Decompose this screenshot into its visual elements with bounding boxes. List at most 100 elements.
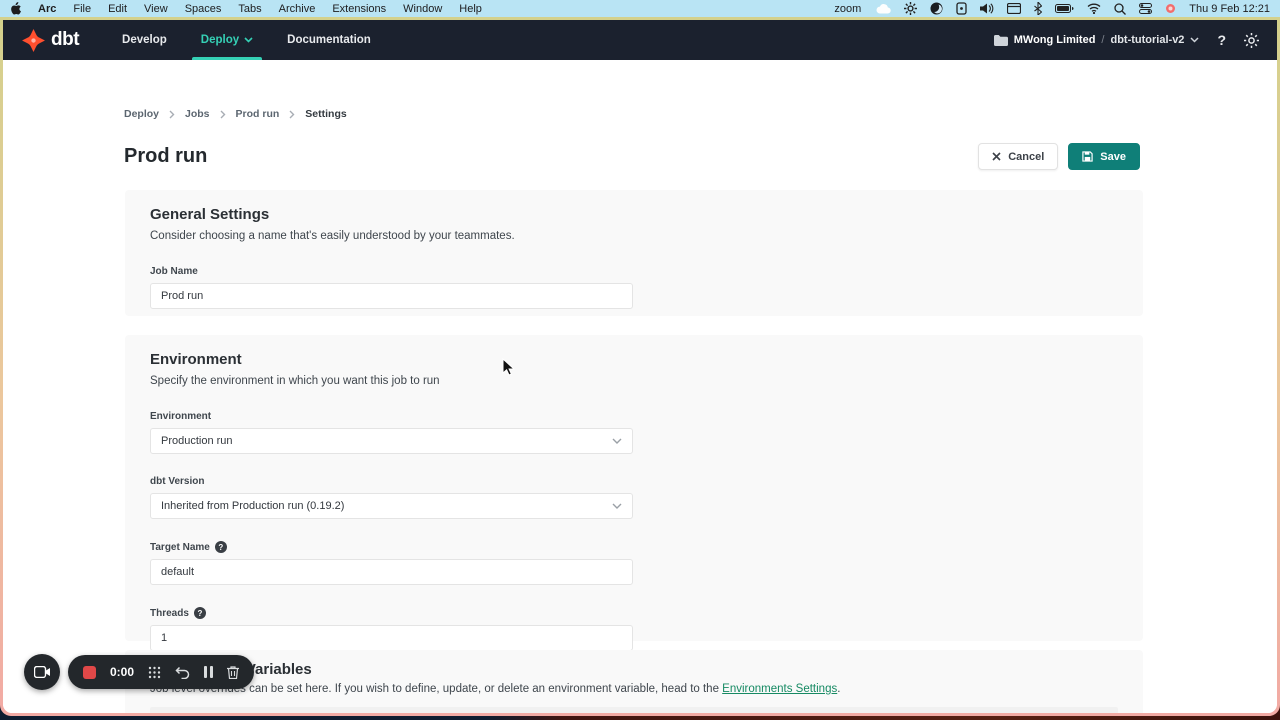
menu-spaces[interactable]: Spaces xyxy=(185,3,222,15)
threads-label: Threads ? xyxy=(150,607,1118,619)
account-separator: / xyxy=(1101,34,1104,46)
environment-card: Environment Specify the environment in w… xyxy=(125,335,1143,641)
bluetooth-icon[interactable] xyxy=(1034,2,1042,15)
menubar-app-name[interactable]: Arc xyxy=(38,3,56,15)
environment-select-value: Production run xyxy=(161,435,233,447)
save-icon xyxy=(1082,151,1093,162)
pause-recording-button[interactable] xyxy=(204,666,213,678)
browser-window: dbt Develop Deploy Documentation xyxy=(0,17,1280,716)
recorder-controls: 0:00 xyxy=(68,655,254,689)
breadcrumb-prod-run[interactable]: Prod run xyxy=(236,108,280,120)
settings-gear-button[interactable] xyxy=(1244,33,1259,48)
threads-input[interactable] xyxy=(150,625,633,651)
project-name: dbt-tutorial-v2 xyxy=(1110,34,1184,46)
breadcrumb-settings: Settings xyxy=(305,108,346,120)
app-box-icon[interactable] xyxy=(956,2,967,15)
close-icon xyxy=(992,152,1001,161)
recording-status-icon[interactable] xyxy=(1165,3,1176,14)
environment-variables-subtitle: Job level overrides can be set here. If … xyxy=(150,683,1118,695)
control-center-icon[interactable] xyxy=(1139,3,1152,14)
macos-menubar: Arc File Edit View Spaces Tabs Archive E… xyxy=(0,0,1280,17)
nav-develop[interactable]: Develop xyxy=(105,20,184,60)
chevron-down-icon xyxy=(244,37,253,43)
menu-window[interactable]: Window xyxy=(403,3,442,15)
dbt-logo[interactable]: dbt xyxy=(21,28,79,53)
breadcrumb-chevron-icon xyxy=(169,110,175,119)
target-name-label-text: Target Name xyxy=(150,542,210,553)
environments-settings-link[interactable]: Environments Settings xyxy=(722,683,837,695)
wifi-icon[interactable] xyxy=(1087,3,1101,14)
save-button-label: Save xyxy=(1100,151,1126,163)
stop-recording-button[interactable] xyxy=(83,666,96,679)
menu-edit[interactable]: Edit xyxy=(108,3,127,15)
environment-variables-card: Environment Variables Job level override… xyxy=(125,650,1143,713)
save-button[interactable]: Save xyxy=(1068,143,1140,170)
chevron-down-icon xyxy=(1190,37,1199,43)
video-camera-icon xyxy=(34,666,51,678)
dbt-logo-icon xyxy=(21,28,46,53)
nav-documentation[interactable]: Documentation xyxy=(270,20,388,60)
environment-subtitle: Specify the environment in which you wan… xyxy=(150,375,1118,387)
dbt-version-select-value: Inherited from Production run (0.19.2) xyxy=(161,500,344,512)
environment-heading: Environment xyxy=(150,351,1118,368)
spotlight-search-icon[interactable] xyxy=(1114,3,1126,15)
help-button[interactable]: ? xyxy=(1217,32,1226,48)
nav-develop-label: Develop xyxy=(122,34,167,46)
breadcrumb: Deploy Jobs Prod run Settings xyxy=(124,108,347,120)
menubar-clock[interactable]: Thu 9 Feb 12:21 xyxy=(1189,3,1270,15)
target-name-help-icon[interactable]: ? xyxy=(215,541,227,553)
chevron-down-icon xyxy=(612,438,622,444)
apple-menu-icon[interactable] xyxy=(10,2,21,15)
volume-icon[interactable] xyxy=(980,3,994,14)
environment-select-label: Environment xyxy=(150,411,1118,422)
camera-button[interactable] xyxy=(24,654,60,690)
battery-icon[interactable] xyxy=(1055,4,1074,13)
nav-deploy-label: Deploy xyxy=(201,34,239,46)
settings-page: Deploy Jobs Prod run Settings Prod run C… xyxy=(3,60,1277,713)
dbt-logo-text: dbt xyxy=(51,29,79,51)
nav-deploy[interactable]: Deploy xyxy=(184,20,270,60)
nav-documentation-label: Documentation xyxy=(287,34,371,46)
grid-options-button[interactable] xyxy=(148,666,161,679)
threads-help-icon[interactable]: ? xyxy=(194,607,206,619)
breadcrumb-chevron-icon xyxy=(220,110,226,119)
table-header-row: Inherited Value Job Override xyxy=(150,707,1118,713)
moon-status-icon[interactable] xyxy=(930,2,943,15)
dbt-version-label: dbt Version xyxy=(150,476,1118,487)
dbt-app-header: dbt Develop Deploy Documentation xyxy=(3,20,1277,60)
display-window-icon[interactable] xyxy=(1007,3,1021,14)
menu-extensions[interactable]: Extensions xyxy=(332,3,386,15)
environment-variables-table: Inherited Value Job Override xyxy=(150,707,1118,713)
cloud-icon[interactable] xyxy=(876,4,891,14)
environment-select[interactable]: Production run xyxy=(150,428,633,454)
page-title: Prod run xyxy=(124,145,207,168)
menu-tabs[interactable]: Tabs xyxy=(238,3,261,15)
folder-icon xyxy=(994,35,1008,46)
screen-recorder-toolbar: 0:00 xyxy=(24,654,254,690)
dbt-version-select[interactable]: Inherited from Production run (0.19.2) xyxy=(150,493,633,519)
target-name-input[interactable] xyxy=(150,559,633,585)
recording-timer: 0:00 xyxy=(110,665,134,679)
menu-view[interactable]: View xyxy=(144,3,168,15)
account-project-switcher[interactable]: MWong Limited / dbt-tutorial-v2 xyxy=(994,34,1200,46)
general-settings-heading: General Settings xyxy=(150,206,1118,223)
delete-recording-button[interactable] xyxy=(227,666,239,679)
environment-variables-heading: Environment Variables xyxy=(150,661,1118,678)
breadcrumb-chevron-icon xyxy=(289,110,295,119)
menu-file[interactable]: File xyxy=(73,3,91,15)
target-name-label: Target Name ? xyxy=(150,541,1118,553)
zoom-app-label[interactable]: zoom xyxy=(834,3,861,15)
menu-archive[interactable]: Archive xyxy=(279,3,316,15)
chevron-down-icon xyxy=(612,503,622,509)
general-settings-subtitle: Consider choosing a name that's easily u… xyxy=(150,230,1118,242)
breadcrumb-jobs[interactable]: Jobs xyxy=(185,108,210,120)
menu-help[interactable]: Help xyxy=(459,3,482,15)
cancel-button-label: Cancel xyxy=(1008,151,1044,163)
cancel-button[interactable]: Cancel xyxy=(978,143,1058,170)
restart-recording-button[interactable] xyxy=(175,666,190,679)
env-vars-subtitle-period: . xyxy=(837,683,840,695)
account-name: MWong Limited xyxy=(1014,34,1096,46)
job-name-input[interactable] xyxy=(150,283,633,309)
gear-menu-icon[interactable] xyxy=(904,2,917,15)
breadcrumb-deploy[interactable]: Deploy xyxy=(124,108,159,120)
